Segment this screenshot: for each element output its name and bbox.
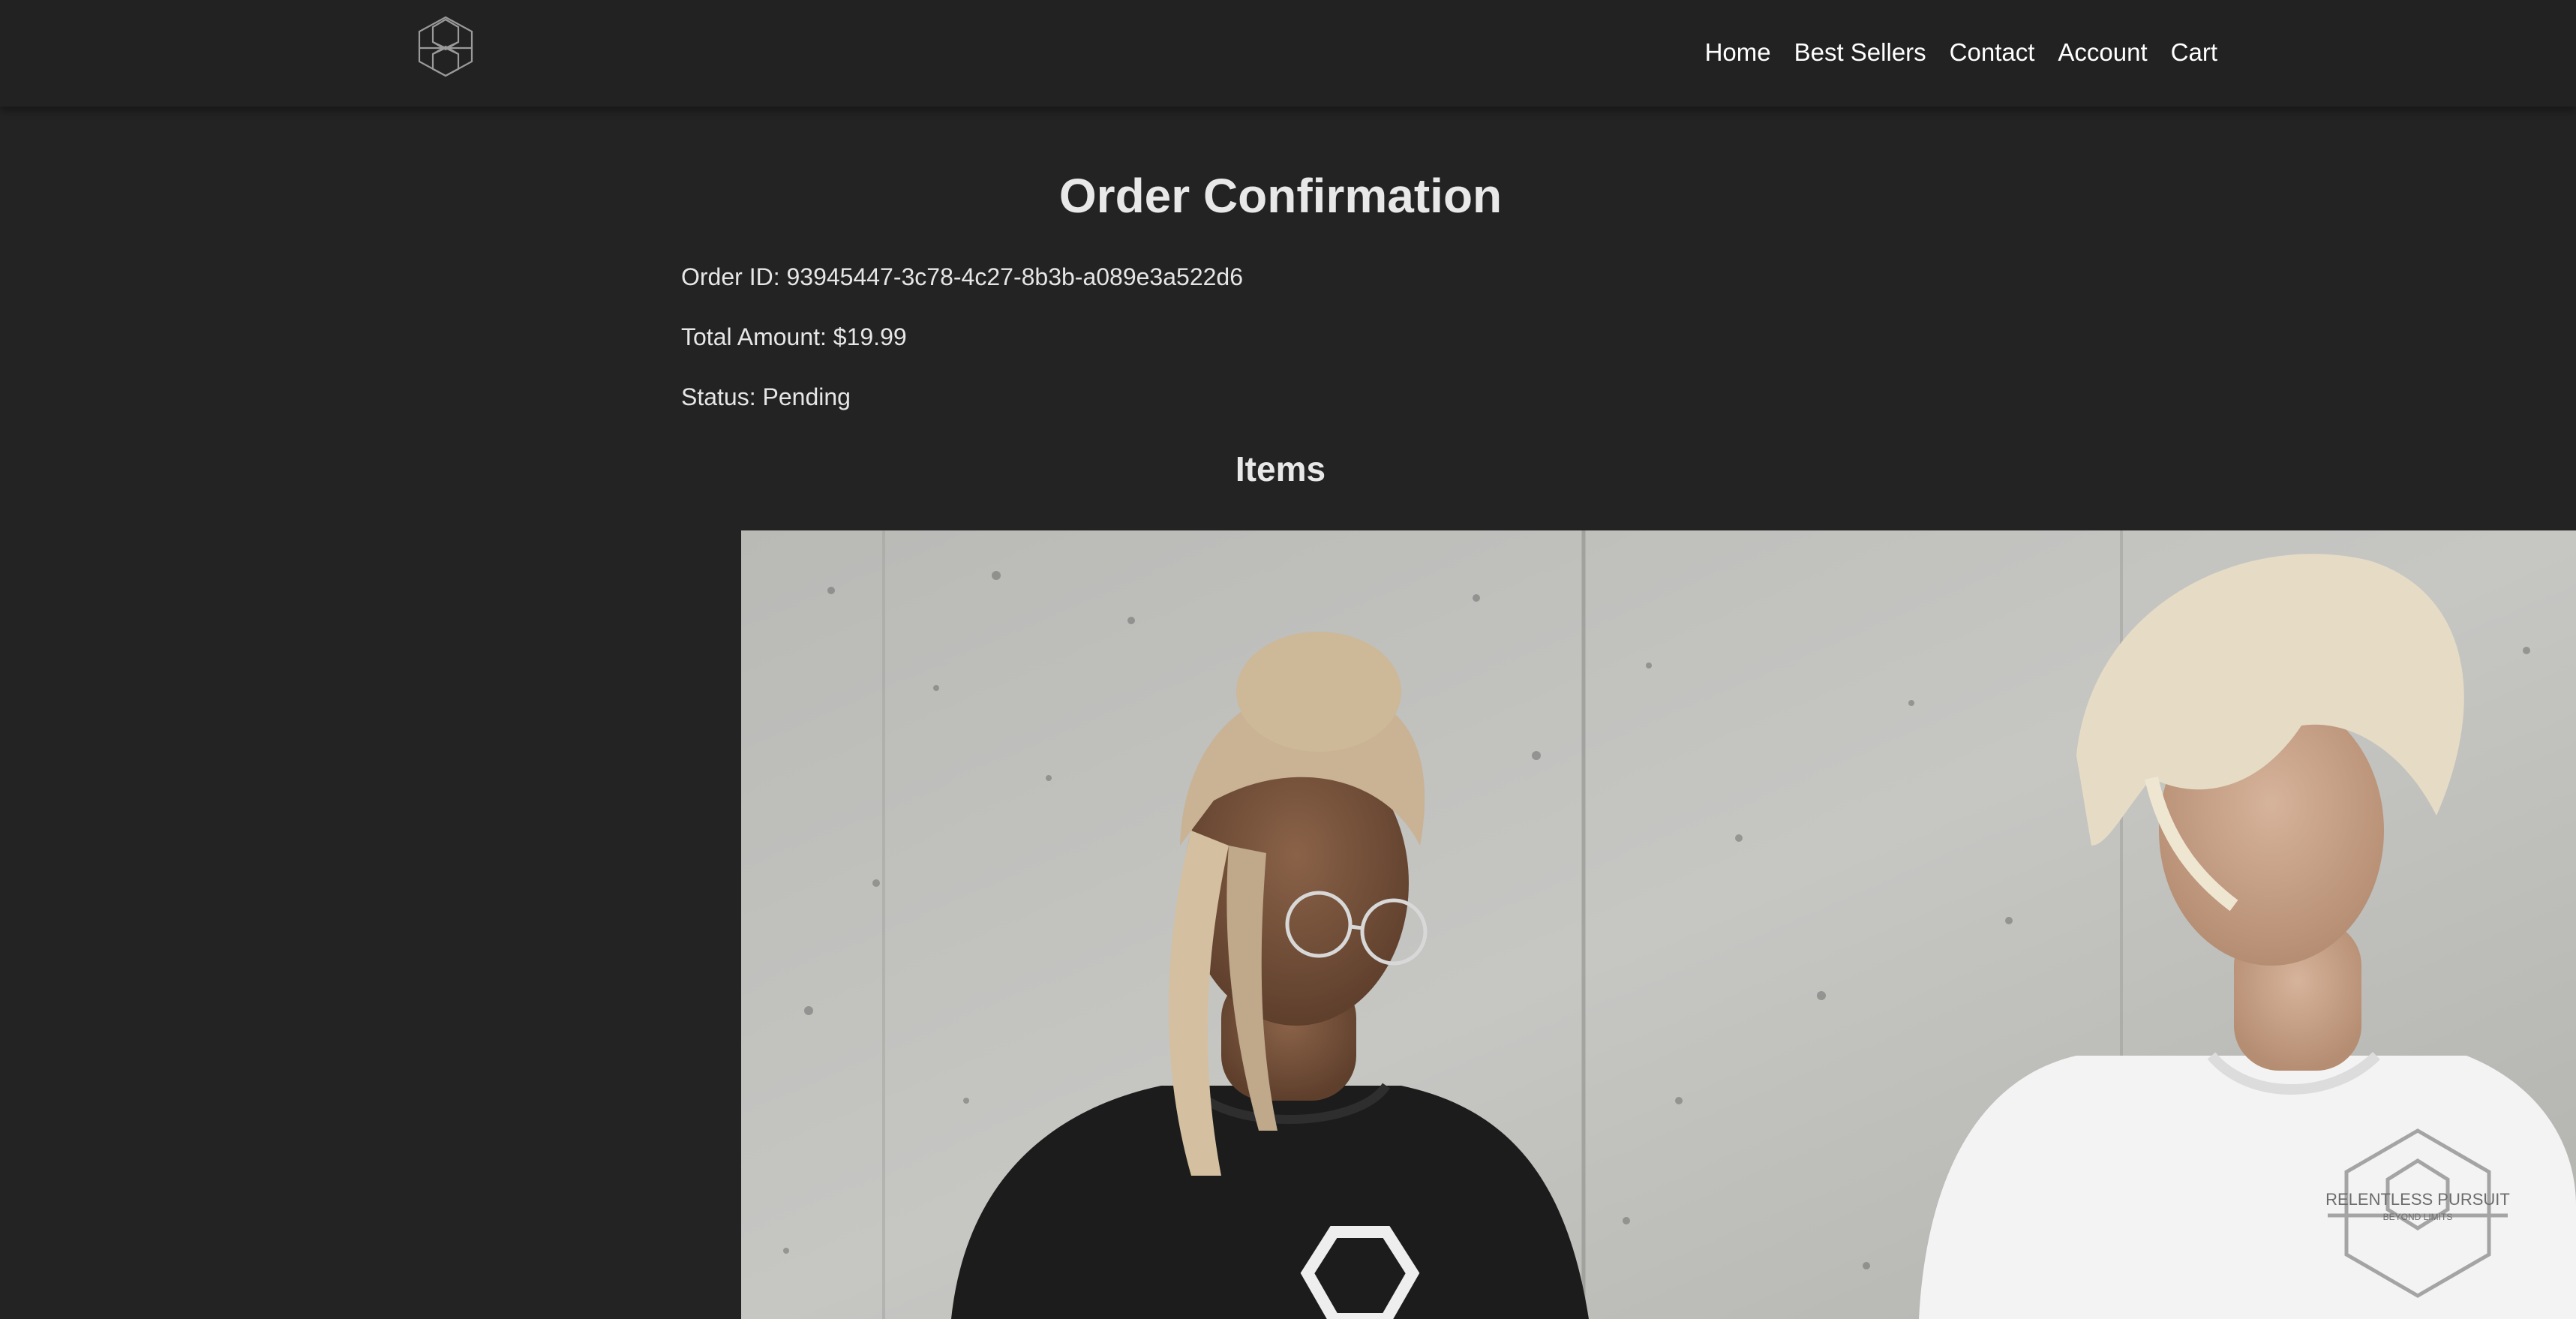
order-status: Status: Pending bbox=[681, 383, 851, 410]
nav-cart-link[interactable]: Cart bbox=[2171, 35, 2217, 71]
items-heading: Items bbox=[1235, 449, 1326, 488]
shirt-logo-text: RELENTLESS PURSUIT bbox=[2325, 1190, 2510, 1209]
nav-best-sellers-link[interactable]: Best Sellers bbox=[1794, 35, 1926, 71]
shirt-logo-subtext: BEYOND LIMITS bbox=[2383, 1212, 2453, 1222]
nav-contact-link[interactable]: Contact bbox=[1950, 35, 2035, 71]
main-nav: Home Best Sellers Contact Account Cart bbox=[1705, 35, 2217, 71]
order-id: Order ID: 93945447-3c78-4c27-8b3b-a089e3… bbox=[681, 263, 1243, 290]
top-navigation-bar: Home Best Sellers Contact Account Cart bbox=[0, 0, 2576, 107]
product-photo[interactable]: RELENTLESS PURSUIT BEYOND LIMITS bbox=[741, 530, 2576, 1319]
order-total: Total Amount: $19.99 bbox=[681, 323, 907, 350]
page-title: Order Confirmation bbox=[1058, 169, 1503, 223]
nav-account-link[interactable]: Account bbox=[2058, 35, 2147, 71]
nav-home-link[interactable]: Home bbox=[1705, 35, 1771, 71]
hexagon-logo-icon[interactable] bbox=[415, 15, 476, 78]
